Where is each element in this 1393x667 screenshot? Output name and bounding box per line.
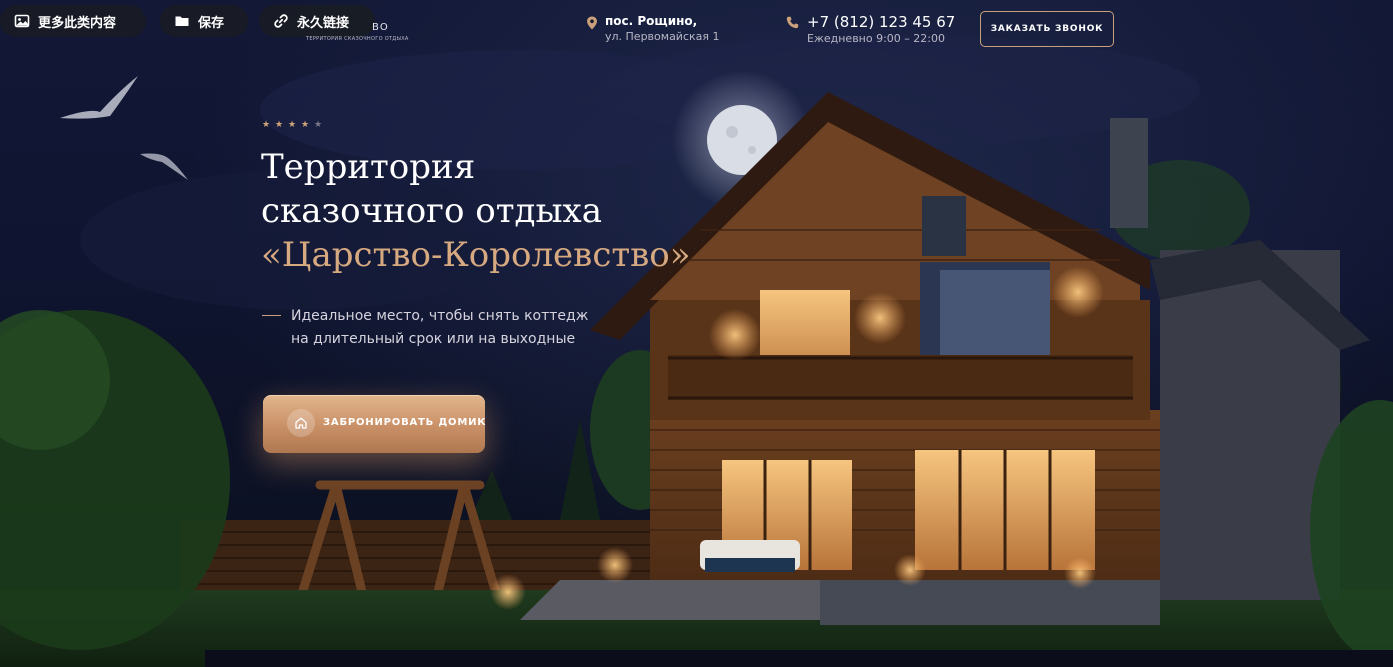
phone-icon [786,16,799,29]
rating-stars: ★ ★ ★ ★ ★ [262,120,323,130]
map-pin-icon [587,16,597,30]
star-icon: ★ [314,120,323,130]
star-icon: ★ [288,120,297,130]
folder-icon [175,16,189,26]
hero-title-line1: Территория [261,147,476,187]
star-icon: ★ [262,120,271,130]
lead-line1: Идеальное место, чтобы снять коттедж [291,308,589,324]
logo-tagline: ТЕРРИТОРИЯ СКАЗОЧНОГО ОТДЫХА [306,36,409,42]
landing-page: 更多此类内容 保存 永久链接 ВО ТЕРРИТОРИЯ СКАЗОЧНОГО … [0,0,1393,667]
address-line1: пос. Рощино, [605,14,698,28]
more-like-this-button[interactable]: 更多此类内容 [0,5,146,37]
star-icon: ★ [301,120,310,130]
save-button[interactable]: 保存 [160,5,248,37]
site-logo[interactable]: ВО ТЕРРИТОРИЯ СКАЗОЧНОГО ОТДЫХА [262,20,408,44]
working-hours: Ежедневно 9:00 – 22:00 [807,32,945,45]
logo-name: ВО [372,22,389,33]
request-callback-button[interactable]: ЗАКАЗАТЬ ЗВОНОК [980,11,1114,47]
lead-dash [262,315,281,316]
hero-title-line3: «Царство-Королевство» [261,235,691,275]
image-icon [14,14,30,28]
book-cottage-label: ЗАБРОНИРОВАТЬ ДОМИК [323,417,487,428]
hero-background-scene [0,35,1393,667]
more-like-this-label: 更多此类内容 [38,15,117,31]
phone-number-link[interactable]: +7 (812) 123 45 67 [807,13,955,31]
star-icon: ★ [275,120,284,130]
hero-title: Территория сказочного отдыха «Царство-Ко… [261,145,781,277]
lead-line2: на длительный срок или на выходные [291,331,576,347]
lead-text: Идеальное место, чтобы снять коттедж на … [291,305,611,351]
save-label: 保存 [198,15,225,31]
bottom-strip [205,650,1393,667]
hero-title-line2: сказочного отдыха [261,191,602,231]
home-icon [287,409,315,437]
book-cottage-button[interactable]: ЗАБРОНИРОВАТЬ ДОМИК [263,395,485,453]
address-line2: ул. Первомайская 1 [605,30,720,43]
